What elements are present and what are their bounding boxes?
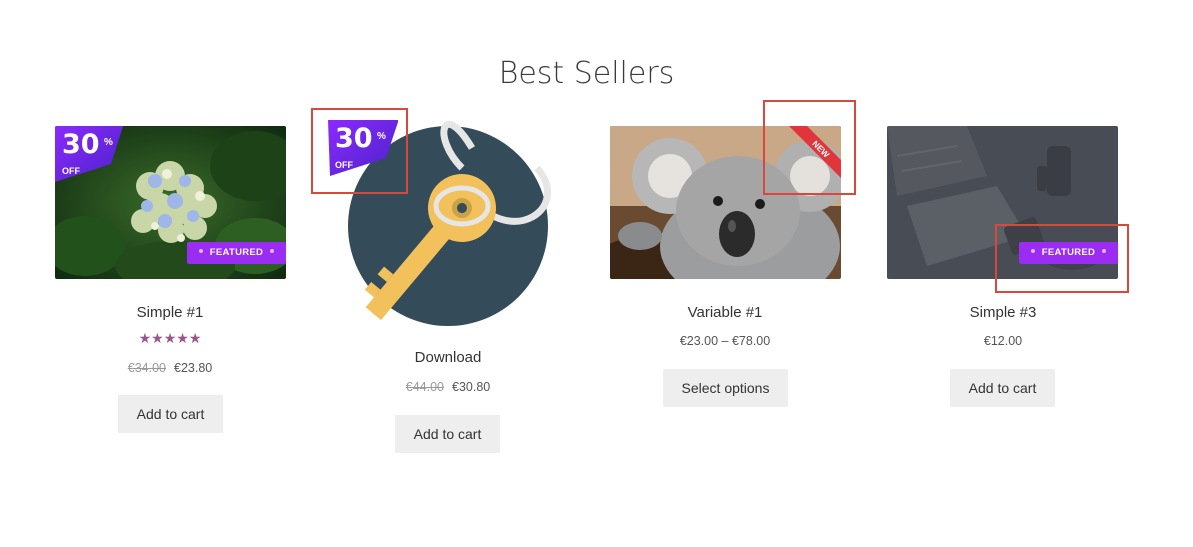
sale-badge: 30 % OFF [55,126,125,186]
sale-price: €30.80 [452,380,491,394]
product-name[interactable]: Download [328,349,568,366]
product-price: €44.00 €30.80 [328,380,568,394]
product-price: €12.00 [983,334,1023,348]
featured-label: FEATURED [209,247,264,258]
bullet-icon [270,249,275,254]
highlight-box [995,224,1129,293]
section-title: Best Sellers [498,56,675,91]
product-name[interactable]: Variable #1 [605,304,845,321]
star-rating: ★★★★★ [138,330,202,346]
sale-number: 30 [62,129,100,160]
product-name[interactable]: Simple #1 [50,304,290,321]
old-price: €34.00 [127,361,166,375]
product-image-simple-1[interactable]: 30 % OFF FEATURED [55,126,286,279]
highlight-box [763,100,856,195]
select-options-button[interactable]: Select options [663,369,788,407]
sale-percent: % [104,137,113,148]
add-to-cart-button[interactable]: Add to cart [395,415,500,453]
add-to-cart-button[interactable]: Add to cart [950,369,1055,407]
sale-off: OFF [62,166,80,176]
old-price: €44.00 [405,380,444,394]
product-name[interactable]: Simple #3 [883,304,1123,321]
product-price: €34.00 €23.80 [50,361,290,375]
add-to-cart-button[interactable]: Add to cart [118,395,223,433]
bullet-icon [198,249,203,254]
sale-price: €23.80 [174,361,213,375]
featured-badge: FEATURED [187,242,286,264]
highlight-box [311,108,408,194]
product-price: €23.00 – €78.00 [679,334,771,348]
